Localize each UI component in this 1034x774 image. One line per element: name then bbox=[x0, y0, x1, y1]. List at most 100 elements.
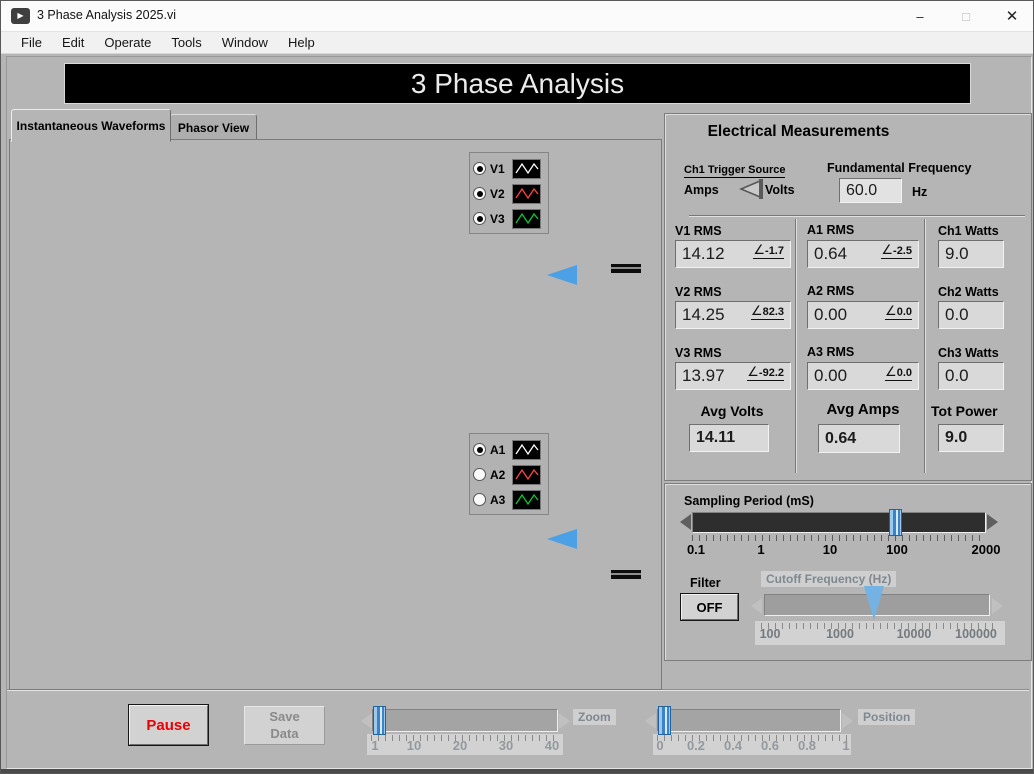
legend-item-v3[interactable]: V3 bbox=[473, 206, 548, 231]
slider-right-arrow-icon[interactable] bbox=[987, 514, 998, 530]
scale-label: 0.8 bbox=[793, 738, 821, 753]
measurements-title: Electrical Measurements bbox=[681, 123, 916, 141]
v3-rms-display: 13.97 ∠-92.2 bbox=[675, 362, 791, 390]
minimize-button[interactable]: – bbox=[897, 1, 943, 31]
plot-style-swatch[interactable] bbox=[512, 184, 541, 204]
angle-icon: ∠ bbox=[747, 364, 759, 379]
hz-unit-label: Hz bbox=[912, 185, 927, 199]
legend-label: V3 bbox=[490, 212, 508, 226]
slider-left-arrow-icon[interactable] bbox=[751, 598, 762, 614]
position-handle[interactable] bbox=[658, 706, 671, 735]
radio-v3[interactable] bbox=[473, 212, 486, 225]
scale-label: 0 bbox=[650, 738, 670, 753]
plot-style-swatch[interactable] bbox=[512, 440, 541, 460]
menu-file[interactable]: File bbox=[11, 35, 52, 50]
zoom-slider[interactable] bbox=[372, 709, 558, 732]
legend-label: V1 bbox=[490, 162, 508, 176]
fundamental-frequency-value: 60.0 bbox=[846, 182, 877, 200]
scale-label: 10 bbox=[810, 542, 850, 557]
scale-label: 0.4 bbox=[719, 738, 747, 753]
plot-style-swatch[interactable] bbox=[512, 490, 541, 510]
sampling-period-label: Sampling Period (mS) bbox=[684, 494, 814, 508]
trigger-source-switch[interactable] bbox=[735, 178, 765, 200]
radio-a2[interactable] bbox=[473, 468, 486, 481]
slider-left-arrow-icon[interactable] bbox=[361, 713, 372, 729]
maximize-button[interactable]: □ bbox=[943, 1, 989, 31]
a1-angle: ∠-2.5 bbox=[881, 243, 912, 259]
scale-label: 2000 bbox=[961, 542, 1011, 557]
angle-icon: ∠ bbox=[751, 303, 763, 318]
save-data-button[interactable]: Save Data bbox=[244, 706, 325, 745]
filter-button[interactable]: OFF bbox=[681, 594, 738, 620]
scale-label: 100 bbox=[753, 627, 787, 641]
ch2-watts-value: 0.0 bbox=[945, 305, 969, 325]
divider bbox=[795, 219, 796, 473]
scale-label: 100000 bbox=[949, 627, 1003, 641]
v1-rms-display: 14.12 ∠-1.7 bbox=[675, 240, 791, 268]
scale-label: 10 bbox=[401, 738, 427, 753]
radio-v2[interactable] bbox=[473, 187, 486, 200]
legend-label: A3 bbox=[490, 493, 508, 507]
v3-angle: ∠-92.2 bbox=[747, 365, 784, 381]
radio-a1[interactable] bbox=[473, 443, 486, 456]
slider-ticks bbox=[692, 535, 986, 541]
voltage-range-handle[interactable] bbox=[611, 264, 641, 273]
plot-style-swatch[interactable] bbox=[512, 209, 541, 229]
scale-label: 0.6 bbox=[756, 738, 784, 753]
pause-button[interactable]: Pause bbox=[129, 705, 208, 745]
scale-label: 0.2 bbox=[682, 738, 710, 753]
slider-left-arrow-icon[interactable] bbox=[645, 713, 656, 729]
legend-item-a2[interactable]: A2 bbox=[473, 462, 548, 487]
a3-rms-value: 0.00 bbox=[814, 366, 847, 386]
position-slider-label: Position bbox=[858, 709, 915, 725]
scale-label: 1 bbox=[365, 738, 385, 753]
menu-bar: File Edit Operate Tools Window Help bbox=[1, 32, 1033, 54]
i-trigger-level-marker[interactable] bbox=[547, 529, 577, 549]
tab-instantaneous-waveforms[interactable]: Instantaneous Waveforms bbox=[11, 109, 171, 142]
fundamental-frequency-input[interactable]: 60.0 bbox=[839, 178, 902, 203]
cutoff-frequency-pointer[interactable] bbox=[864, 586, 884, 620]
slider-left-arrow-icon[interactable] bbox=[680, 514, 691, 530]
menu-operate[interactable]: Operate bbox=[94, 35, 161, 50]
legend-item-a1[interactable]: A1 bbox=[473, 437, 548, 462]
tab-phasor-view[interactable]: Phasor View bbox=[170, 114, 257, 142]
plot-style-swatch[interactable] bbox=[512, 159, 541, 179]
sampling-period-handle[interactable] bbox=[889, 509, 902, 536]
position-slider[interactable] bbox=[657, 709, 841, 732]
sampling-period-slider[interactable] bbox=[692, 512, 986, 533]
radio-v1[interactable] bbox=[473, 162, 486, 175]
radio-a3[interactable] bbox=[473, 493, 486, 506]
ch3-watts-label: Ch3 Watts bbox=[938, 346, 999, 360]
angle-icon: ∠ bbox=[885, 303, 897, 318]
slider-right-arrow-icon[interactable] bbox=[842, 713, 853, 729]
slider-right-arrow-icon[interactable] bbox=[559, 713, 570, 729]
page-title: 3 Phase Analysis bbox=[64, 63, 971, 104]
a3-angle: ∠0.0 bbox=[885, 365, 912, 381]
ch1-watts-display: 9.0 bbox=[938, 240, 1004, 268]
zoom-handle[interactable] bbox=[373, 706, 386, 735]
a2-rms-label: A2 RMS bbox=[807, 284, 854, 298]
current-range-handle[interactable] bbox=[611, 570, 641, 579]
menu-edit[interactable]: Edit bbox=[52, 35, 94, 50]
menu-help[interactable]: Help bbox=[278, 35, 325, 50]
legend-label: A1 bbox=[490, 443, 508, 457]
plot-style-swatch[interactable] bbox=[512, 465, 541, 485]
ch1-watts-label: Ch1 Watts bbox=[938, 224, 999, 238]
labview-app-icon bbox=[11, 8, 30, 24]
legend-item-a3[interactable]: A3 bbox=[473, 487, 548, 512]
a2-rms-value: 0.00 bbox=[814, 305, 847, 325]
legend-item-v1[interactable]: V1 bbox=[473, 156, 548, 181]
slider-right-arrow-icon[interactable] bbox=[992, 598, 1003, 614]
close-button[interactable]: ✕ bbox=[989, 1, 1034, 31]
menu-tools[interactable]: Tools bbox=[161, 35, 211, 50]
tab-page bbox=[9, 139, 662, 690]
tot-power-value: 9.0 bbox=[945, 429, 967, 447]
title-bar: 3 Phase Analysis 2025.vi – □ ✕ bbox=[1, 1, 1033, 32]
scale-label: 20 bbox=[447, 738, 473, 753]
menu-window[interactable]: Window bbox=[212, 35, 278, 50]
v-trigger-level-marker[interactable] bbox=[547, 265, 577, 285]
a3-rms-label: A3 RMS bbox=[807, 345, 854, 359]
v3-rms-value: 13.97 bbox=[682, 366, 725, 386]
v1-angle: ∠-1.7 bbox=[753, 243, 784, 259]
legend-item-v2[interactable]: V2 bbox=[473, 181, 548, 206]
